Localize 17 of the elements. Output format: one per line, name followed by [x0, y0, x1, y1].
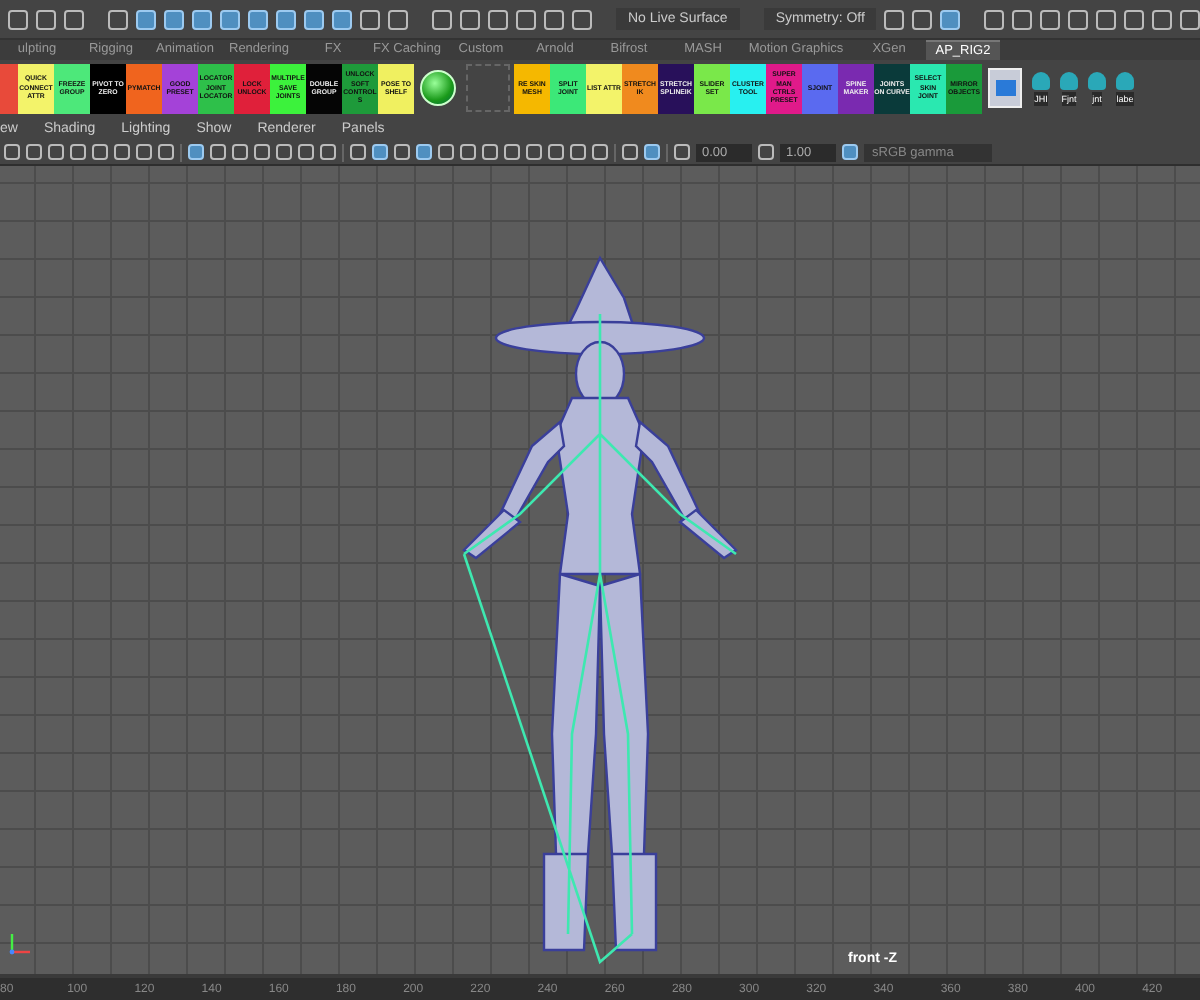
tool-icon[interactable]: [1096, 9, 1117, 29]
tool-icon[interactable]: [1068, 9, 1089, 29]
axis-gizmo-icon: [9, 934, 30, 955]
tool-icon[interactable]: [1124, 9, 1145, 29]
tool-icon[interactable]: [1040, 9, 1061, 29]
empty-shelf-slot: [466, 64, 510, 112]
tool-icon[interactable]: [1152, 9, 1173, 29]
tool-icon[interactable]: [912, 9, 933, 29]
tool-icon[interactable]: [984, 9, 1005, 29]
sphere-icon[interactable]: [420, 70, 456, 106]
tool-icon[interactable]: [758, 144, 774, 160]
tool-icon[interactable]: [1180, 9, 1200, 29]
window-icon[interactable]: [988, 68, 1022, 108]
tool-icon[interactable]: [884, 9, 905, 29]
tool-icon[interactable]: [1012, 9, 1033, 29]
tool-icon[interactable]: [940, 9, 961, 29]
tool-icon[interactable]: [842, 144, 858, 160]
